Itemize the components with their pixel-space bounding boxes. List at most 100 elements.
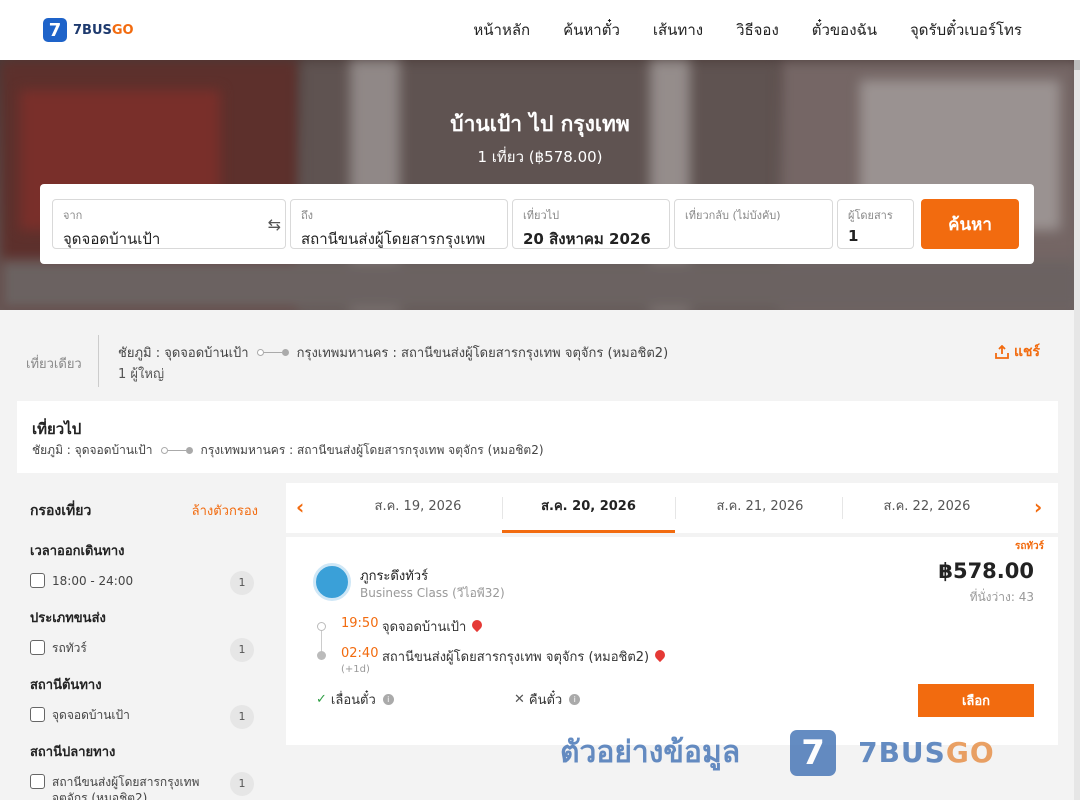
operator-name: ภูกระดึงทัวร์	[360, 569, 429, 584]
map-pin-icon[interactable]	[653, 647, 668, 663]
nav-home[interactable]: หน้าหลัก	[473, 18, 530, 42]
chevron-left-icon[interactable]: ‹	[296, 495, 304, 519]
ticket-price: ฿578.00	[938, 559, 1034, 583]
trip-route: ชัยภูมิ : จุดจอดบ้านเป้า กรุงเทพมหานคร :…	[118, 342, 668, 363]
return-label: เที่ยวกลับ (ไม่บังคับ)	[685, 209, 781, 222]
timeline-dot	[317, 622, 326, 631]
depart-value: 20 สิงหาคม 2026	[523, 230, 651, 248]
sample-data-watermark: ตัวอย่างข้อมูล 7 7BUSGO	[560, 725, 1020, 780]
search-button[interactable]: ค้นหา	[921, 199, 1019, 249]
filter-option[interactable]: จุดจอดบ้านเป้า 1	[30, 705, 258, 729]
arrival-time: 02:40	[341, 646, 379, 661]
check-icon: ✓	[316, 692, 327, 707]
watermark-brand-text: 7BUS	[858, 736, 946, 769]
outbound-origin: ชัยภูมิ : จุดจอดบ้านเป้า	[32, 443, 153, 457]
date-tab[interactable]: ส.ค. 19, 2026	[333, 483, 503, 533]
nav-search-ticket[interactable]: ค้นหาตั๋ว	[563, 18, 620, 42]
reschedule-policy[interactable]: ✓ เลื่อนตั๋ว i	[316, 689, 394, 710]
filter-option-label: จุดจอดบ้านเป้า	[52, 708, 130, 722]
share-icon	[995, 345, 1009, 359]
refund-label: คืนตั๋ว	[528, 693, 563, 708]
x-icon: ✕	[514, 692, 525, 707]
refund-policy[interactable]: ✕ คืนตั๋ว i	[514, 689, 581, 710]
date-tab[interactable]: ส.ค. 21, 2026	[675, 483, 845, 533]
watermark-brand: 7BUSGO	[858, 736, 995, 769]
nav-routes[interactable]: เส้นทาง	[653, 18, 703, 42]
hero-title: บ้านเป้า ไป กรุงเทพ	[450, 112, 630, 136]
depart-date-field[interactable]: เที่ยวไป 20 สิงหาคม 2026	[512, 199, 670, 249]
filter-section-transport-type: ประเภทขนส่ง รถทัวร์ 1	[30, 607, 258, 662]
trip-passengers: 1 ผู้ใหญ่	[118, 367, 165, 382]
filter-count-badge: 1	[230, 571, 254, 595]
trip-summary: เที่ยวเดียว ชัยภูมิ : จุดจอดบ้านเป้า กรุ…	[0, 325, 1080, 395]
checkbox[interactable]	[30, 774, 45, 789]
nav-pickup-points[interactable]: จุดรับตั๋วเบอร์โทร	[910, 18, 1022, 42]
search-form: จาก จุดจอดบ้านเป้า ⇆ ถึง สถานีขนส่งผู้โด…	[40, 184, 1034, 264]
filter-section-origin: สถานีต้นทาง จุดจอดบ้านเป้า 1	[30, 674, 258, 729]
info-icon[interactable]: i	[569, 694, 581, 705]
site-logo[interactable]: 7 7BUSGO	[43, 18, 134, 42]
trip-destination: กรุงเทพมหานคร : สถานีขนส่งผู้โดยสารกรุงเ…	[296, 346, 669, 361]
chevron-right-icon[interactable]: ›	[1034, 495, 1042, 519]
filter-option[interactable]: 18:00 - 24:00 1	[30, 571, 258, 595]
filter-section-title: สถานีปลายทาง	[30, 745, 116, 760]
filter-header: กรองเที่ยว ล้างตัวกรอง	[30, 500, 258, 522]
filter-count-badge: 1	[230, 705, 254, 729]
nav-how-to-book[interactable]: วิธีจอง	[736, 18, 779, 42]
checkbox[interactable]	[30, 573, 45, 588]
route-connector-icon	[160, 447, 193, 454]
checkbox[interactable]	[30, 640, 45, 655]
transport-type-tag: รถทัวร์	[1014, 541, 1044, 552]
passenger-field[interactable]: ผู้โดยสาร 1	[837, 199, 914, 249]
filter-option[interactable]: รถทัวร์ 1	[30, 638, 258, 662]
next-day-indicator: (+1d)	[341, 664, 370, 675]
timeline-dot	[317, 651, 326, 660]
seats-available: ที่นั่งว่าง: 43	[969, 590, 1034, 604]
return-date-field[interactable]: เที่ยวกลับ (ไม่บังคับ)	[674, 199, 833, 249]
arrival-place-label: สถานีขนส่งผู้โดยสารกรุงเทพ จตุจักร (หมอช…	[382, 650, 650, 665]
checkbox[interactable]	[30, 707, 45, 722]
trip-type: เที่ยวเดียว	[26, 357, 82, 372]
share-button[interactable]: แชร์	[995, 341, 1040, 363]
select-trip-button[interactable]: เลือก	[918, 684, 1034, 717]
watermark-text: ตัวอย่างข้อมูล	[560, 735, 741, 770]
hero-subtitle: 1 เที่ยว (฿578.00)	[477, 148, 603, 166]
logo-brand-go: GO	[111, 22, 134, 38]
filter-option-label: 18:00 - 24:00	[52, 574, 134, 588]
date-tab[interactable]: ส.ค. 22, 2026	[842, 483, 1012, 533]
departure-place: จุดจอดบ้านเป้า	[382, 616, 485, 637]
depart-label: เที่ยวไป	[523, 209, 560, 222]
from-value: จุดจอดบ้านเป้า	[63, 230, 161, 248]
divider	[98, 335, 99, 387]
filter-title: กรองเที่ยว	[30, 503, 92, 519]
filter-section-destination: สถานีปลายทาง สถานีขนส่งผู้โดยสารกรุงเทพ …	[30, 741, 258, 800]
from-field[interactable]: จาก จุดจอดบ้านเป้า ⇆	[52, 199, 286, 249]
filter-section-title: ประเภทขนส่ง	[30, 611, 106, 626]
map-pin-icon[interactable]	[470, 617, 485, 633]
watermark-brand-go: GO	[945, 736, 995, 769]
to-field[interactable]: ถึง สถานีขนส่งผู้โดยสารกรุงเทพ	[290, 199, 508, 249]
outbound-header: เที่ยวไป ชัยภูมิ : จุดจอดบ้านเป้า กรุงเท…	[17, 401, 1058, 473]
nav-links: หน้าหลัก ค้นหาตั๋ว เส้นทาง วิธีจอง ตั๋วข…	[440, 0, 1022, 60]
share-label: แชร์	[1014, 344, 1041, 360]
filter-option-label: รถทัวร์	[52, 641, 87, 655]
trip-origin: ชัยภูมิ : จุดจอดบ้านเป้า	[118, 346, 249, 361]
departure-place-label: จุดจอดบ้านเป้า	[382, 620, 467, 635]
clear-filters-link[interactable]: ล้างตัวกรอง	[192, 500, 258, 522]
to-label: ถึง	[301, 209, 314, 222]
date-tab-active[interactable]: ส.ค. 20, 2026	[502, 483, 675, 533]
passenger-label: ผู้โดยสาร	[848, 209, 893, 222]
scrollbar[interactable]	[1074, 0, 1080, 800]
filter-option[interactable]: สถานีขนส่งผู้โดยสารกรุงเทพ จตุจักร (หมอช…	[30, 772, 258, 800]
filter-count-badge: 1	[230, 772, 254, 796]
filter-section-title: เวลาออกเดินทาง	[30, 544, 125, 559]
filter-sidebar: กรองเที่ยว ล้างตัวกรอง เวลาออกเดินทาง 18…	[30, 500, 258, 800]
filter-count-badge: 1	[230, 638, 254, 662]
watermark-logo-mark: 7	[790, 729, 837, 776]
trip-result-card: รถทัวร์ ภูกระดึงทัวร์ Business Class (วี…	[286, 537, 1058, 745]
outbound-title: เที่ยวไป	[32, 420, 82, 438]
logo-brand: 7BUS	[73, 22, 112, 38]
nav-my-tickets[interactable]: ตั๋วของฉัน	[812, 18, 877, 42]
swap-icon[interactable]: ⇆	[268, 215, 281, 234]
info-icon[interactable]: i	[382, 694, 394, 705]
